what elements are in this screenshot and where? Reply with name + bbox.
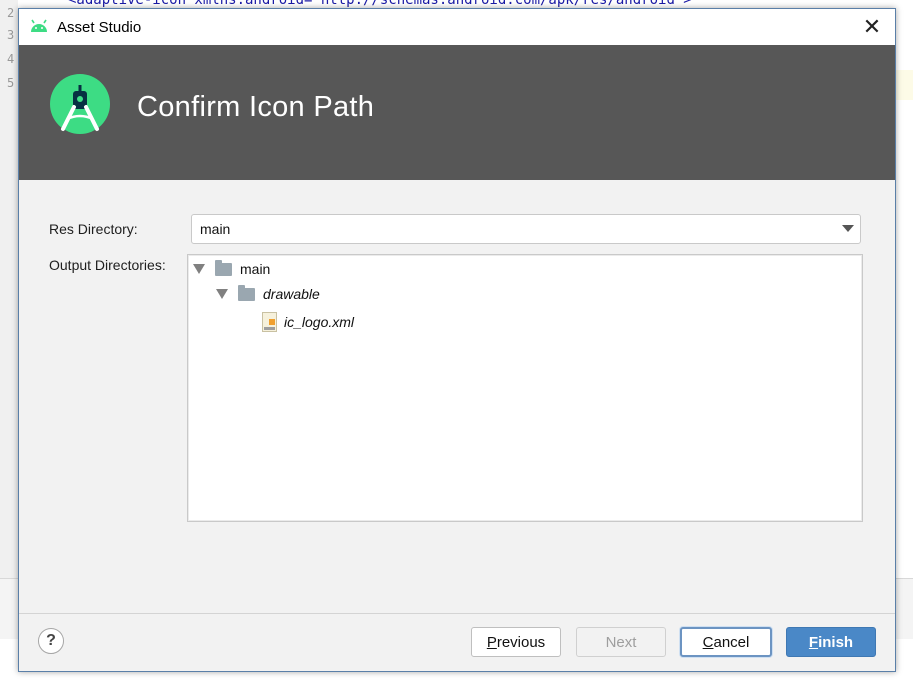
footer-divider [19,613,895,614]
help-button[interactable]: ? [38,628,64,654]
tree-node-drawable[interactable]: drawable [216,284,320,304]
previous-label: revious [496,633,546,651]
line-number: 5 [7,76,15,90]
finish-button[interactable]: Finish [786,627,876,657]
editor-code-line: <adaptive-icon xmlns:android="http://sch… [68,0,692,8]
folder-icon [215,259,232,276]
tree-node-label: ic_logo.xml [284,314,355,330]
res-directory-label: Res Directory: [49,221,138,237]
header-banner: Confirm Icon Path [19,45,895,180]
android-icon [31,19,47,32]
tree-node-main[interactable]: main [193,259,270,279]
close-icon: ✕ [862,14,882,39]
line-number: 3 [7,28,15,42]
line-number: 2 [7,6,15,20]
previous-button[interactable]: Previous [471,627,561,657]
next-button[interactable]: Next [576,627,666,657]
page-title: Confirm Icon Path [137,91,375,123]
expand-arrow-icon[interactable] [193,264,205,274]
expand-arrow-icon[interactable] [216,289,228,299]
asset-studio-dialog: Asset Studio ✕ Confirm Icon Path Res Dir… [18,8,896,672]
cancel-mnemonic: C [702,633,714,651]
res-directory-select[interactable]: main [191,214,861,244]
tree-node-label: main [240,261,271,277]
android-studio-logo [50,74,110,134]
xml-file-icon [262,312,277,332]
tree-node-file[interactable]: ic_logo.xml [262,312,354,332]
finish-label: inish [818,633,854,651]
title-bar[interactable]: Asset Studio ✕ [19,9,895,45]
tree-node-label: drawable [263,286,320,302]
line-number: 4 [7,52,15,66]
next-label: Next [605,633,637,651]
res-directory-value: main [200,221,231,237]
editor-gutter: 2 3 4 5 [0,0,18,600]
window-title: Asset Studio [57,19,142,36]
help-icon: ? [46,632,56,649]
cancel-label: ancel [713,633,750,651]
editor-highlight [893,70,913,100]
chevron-down-icon [842,225,854,232]
output-directories-label: Output Directories: [49,257,166,273]
cancel-button[interactable]: Cancel [680,627,772,657]
previous-mnemonic: P [486,633,497,651]
close-button[interactable]: ✕ [849,9,895,45]
folder-icon [238,284,255,301]
finish-mnemonic: F [808,633,819,651]
output-directories-tree[interactable]: main drawable ic_logo.xml [187,254,863,522]
